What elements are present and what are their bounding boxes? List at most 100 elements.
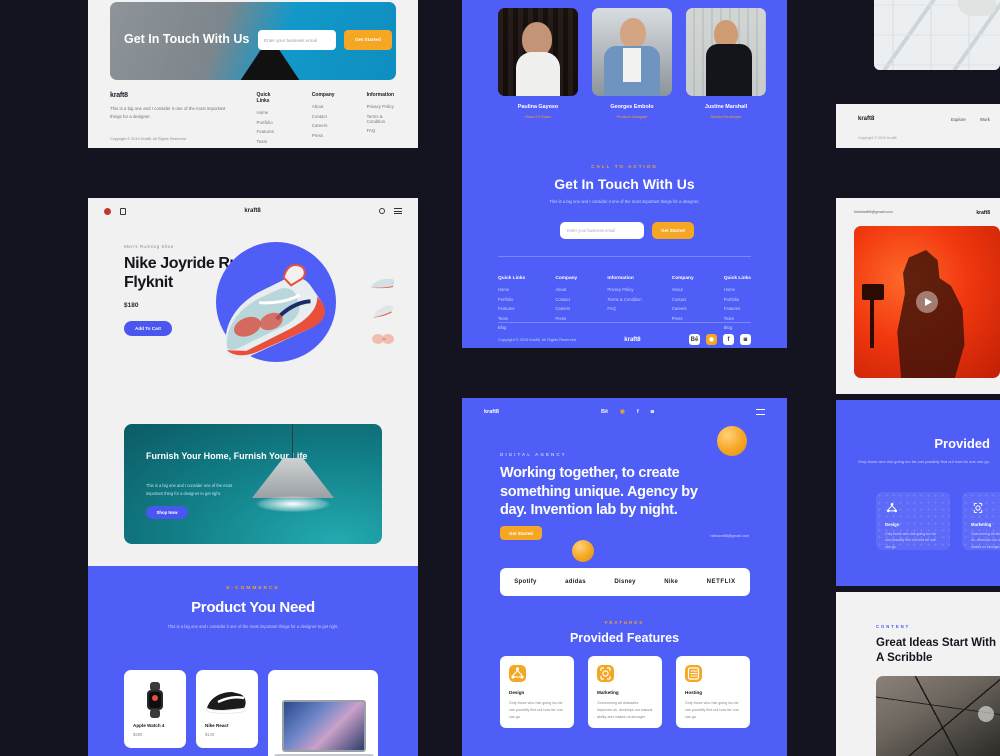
footer-column-information: Information Privacy Policy Terms & Condi… bbox=[367, 92, 396, 148]
footer-link[interactable]: About bbox=[555, 287, 577, 292]
shop-now-button[interactable]: Shop Now bbox=[146, 506, 188, 519]
nav-link-explore[interactable]: Explore bbox=[951, 117, 966, 122]
instagram-icon[interactable]: ◙ bbox=[739, 334, 751, 345]
column-heading: Quick Links bbox=[723, 276, 751, 281]
play-button-icon[interactable] bbox=[978, 706, 994, 722]
search-icon[interactable] bbox=[379, 208, 385, 214]
divider bbox=[498, 322, 751, 323]
behance-icon[interactable]: Bē bbox=[688, 334, 700, 345]
footer-link[interactable]: FAQ bbox=[367, 128, 396, 133]
navbar: kraft8 Explore Work bbox=[858, 116, 990, 122]
brand-logos-bar: Spotify adidas Disney Nike NETFLIX bbox=[500, 568, 750, 596]
product-card[interactable]: Nike React $140 bbox=[196, 670, 258, 748]
map-mockup-card: London bbox=[874, 0, 1000, 70]
contact-email[interactable]: hellokraft8@gmail.com bbox=[854, 210, 893, 216]
get-started-button[interactable]: Get Started bbox=[500, 526, 542, 540]
feature-card[interactable]: Design Only those who risk going too far… bbox=[500, 656, 574, 728]
hamburger-menu-icon[interactable] bbox=[394, 208, 402, 214]
footer-link[interactable]: Careers bbox=[672, 306, 694, 311]
feature-card[interactable]: Marketing Overcoming all obstacles impro… bbox=[962, 492, 1000, 550]
footer-link[interactable]: Portfolio bbox=[257, 120, 280, 125]
footer-link[interactable]: Features bbox=[257, 129, 280, 134]
footer-brand: kraft8 This is a big one and I consider … bbox=[110, 92, 249, 148]
facebook-icon[interactable]: f bbox=[722, 334, 734, 345]
footer-column-information: Information Privacy Policy Terms & Condi… bbox=[607, 276, 641, 335]
video-mockup-card: hellokraft8@gmail.com kraft8 bbox=[836, 198, 1000, 394]
footer-link[interactable]: Home bbox=[498, 287, 525, 292]
behance-icon[interactable]: Bē bbox=[601, 409, 608, 415]
get-started-button[interactable]: Get Started bbox=[344, 30, 392, 50]
email-input-placeholder: Enter your business email bbox=[567, 228, 616, 233]
footer-link[interactable]: Press bbox=[672, 316, 694, 321]
agency-hero-mockup-card: kraft8 Bē ◉ f ◙ DIGITAL AGENCY Working t… bbox=[462, 398, 787, 756]
product-column: Nike React $140 bbox=[196, 670, 258, 756]
dribbble-icon[interactable]: ◉ bbox=[705, 334, 717, 345]
design-network-icon bbox=[885, 501, 899, 515]
add-to-cart-button[interactable]: Add To Cart bbox=[124, 320, 172, 336]
footer-link[interactable]: Contact bbox=[555, 297, 577, 302]
footer-link[interactable]: Blog bbox=[498, 325, 525, 330]
brand-logo: kraft8 bbox=[244, 208, 261, 214]
avatar-icon[interactable] bbox=[104, 207, 111, 215]
feature-title: Marketing bbox=[971, 522, 992, 527]
footer-link[interactable]: Team bbox=[257, 139, 280, 144]
facebook-icon[interactable]: f bbox=[637, 409, 639, 415]
feature-card[interactable]: Design Only those who risk going too far… bbox=[876, 492, 950, 550]
footer-column-company: Company About Contact Careers Press bbox=[555, 276, 577, 335]
footer-link[interactable]: Careers bbox=[555, 306, 577, 311]
get-started-button[interactable]: Get Started bbox=[652, 222, 694, 239]
footer-link[interactable]: Home bbox=[257, 110, 280, 115]
footer-link[interactable]: About bbox=[312, 104, 335, 109]
footer-link[interactable]: Home bbox=[724, 287, 751, 292]
video-thumbnail[interactable] bbox=[854, 226, 1000, 378]
nav-link-work[interactable]: Work bbox=[980, 117, 990, 122]
instagram-icon[interactable]: ◙ bbox=[651, 409, 654, 415]
footer-link[interactable]: Portfolio bbox=[724, 297, 751, 302]
footer-link[interactable]: Portfolio bbox=[498, 297, 525, 302]
thumbnail-1[interactable] bbox=[370, 276, 396, 290]
product-navbar: kraft8 bbox=[88, 198, 418, 224]
photographer-silhouette bbox=[897, 250, 965, 378]
contact-email[interactable]: hellokraft8@gmail.com bbox=[710, 534, 749, 538]
footer-link[interactable]: About bbox=[672, 287, 694, 292]
featured-product-card[interactable] bbox=[268, 670, 378, 756]
footer-link[interactable]: Press bbox=[312, 133, 335, 138]
product-thumbnails bbox=[370, 276, 396, 346]
sneaker-icon bbox=[204, 680, 250, 720]
footer-link[interactable]: Team bbox=[498, 316, 525, 321]
footer-link[interactable]: Contact bbox=[672, 297, 694, 302]
dribbble-icon[interactable]: ◉ bbox=[620, 409, 625, 415]
section-title: Great Ideas Start With A Scribble bbox=[876, 637, 997, 664]
thumbnail-2[interactable] bbox=[370, 304, 396, 318]
column-heading: Quick Links bbox=[256, 92, 271, 104]
footer-link[interactable]: Terms & Condition bbox=[367, 114, 396, 124]
footer-link[interactable]: Privacy Policy bbox=[367, 104, 396, 109]
hamburger-menu-icon[interactable] bbox=[756, 409, 765, 415]
footer-link[interactable]: Press bbox=[555, 316, 577, 321]
footer-column-quick-links: Quick Links Home Portfolio Features Team… bbox=[498, 276, 525, 335]
section-subtitle: Only those who risk going too far can po… bbox=[858, 459, 990, 464]
feature-card[interactable]: Hosting Only those who risk going too fa… bbox=[676, 656, 750, 728]
feature-card[interactable]: Marketing Overcoming all obstacles impro… bbox=[588, 656, 662, 728]
team-member: Georges Embolo Product Designer bbox=[592, 8, 672, 119]
footer-link[interactable]: Blog bbox=[724, 325, 751, 330]
product-card[interactable]: Apple Watch 4 $280 bbox=[124, 670, 186, 748]
footer-link[interactable]: Features bbox=[724, 306, 751, 311]
footer-link[interactable]: Terms & Condition bbox=[607, 297, 641, 302]
brand-logo: kraft8 bbox=[976, 210, 990, 216]
play-button-icon[interactable] bbox=[916, 291, 938, 313]
thumbnail-3[interactable] bbox=[370, 332, 396, 346]
footer-link[interactable]: Features bbox=[498, 306, 525, 311]
furnish-banner-card: Furnish Your Home, Furnish Your Life Thi… bbox=[88, 400, 418, 566]
footer-link[interactable]: Contact bbox=[312, 114, 335, 119]
column-heading: Information bbox=[607, 276, 634, 281]
footer-link[interactable]: Careers bbox=[312, 123, 335, 128]
section-subtitle: This is a big one and I consider it one … bbox=[167, 624, 339, 629]
footer-link[interactable]: Team bbox=[724, 316, 751, 321]
footer-link[interactable]: FAQ bbox=[607, 306, 641, 311]
email-input[interactable]: Enter your business email bbox=[258, 30, 336, 50]
product-name: Nike React bbox=[205, 723, 229, 728]
email-input[interactable]: Enter your business email bbox=[560, 222, 644, 239]
feature-text: Overcoming all obstacles improves us, de… bbox=[971, 532, 1000, 549]
footer-link[interactable]: Privacy Policy bbox=[607, 287, 641, 292]
